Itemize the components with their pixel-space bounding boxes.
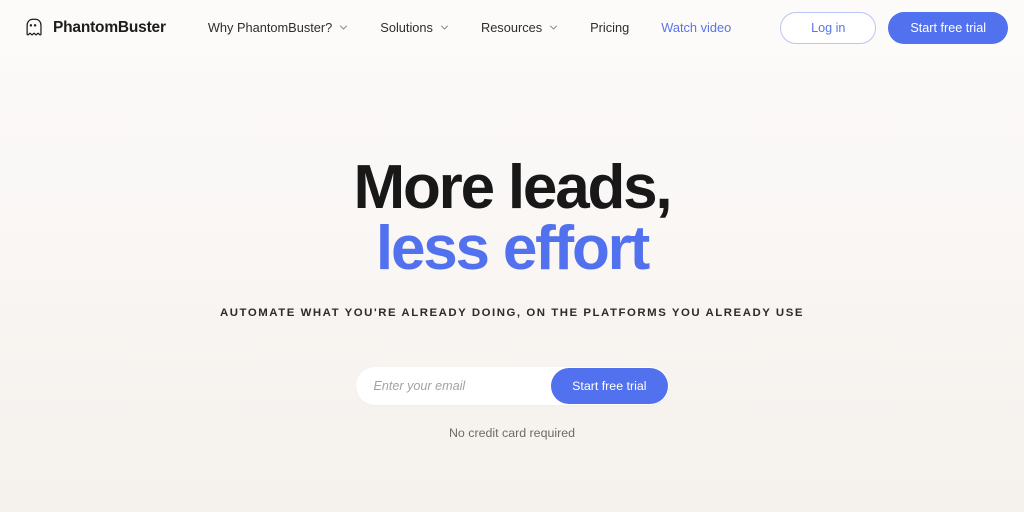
login-button[interactable]: Log in [780,11,877,44]
start-free-trial-button-header[interactable]: Start free trial [888,11,1008,44]
ghost-icon [26,18,42,35]
email-signup-form: Start free trial [355,366,669,405]
chevron-down-icon [340,25,348,30]
nav-item-label: Resources [480,20,543,35]
nav-item-solutions[interactable]: Solutions [364,14,465,41]
nav-item-label: Watch video [661,20,732,35]
nav-item-pricing[interactable]: Pricing [574,14,645,41]
nav-item-why-phantombuster[interactable]: Why PhantomBuster? [192,14,364,41]
site-header: PhantomBuster Why PhantomBuster? Solutio… [0,0,1024,55]
page-title: More leads, less effort [354,157,673,283]
headline-line-2: less effort [375,213,650,283]
chevron-down-icon [550,25,558,30]
chevron-down-icon [440,25,448,30]
email-input[interactable] [355,366,566,405]
nav-item-watch-video[interactable]: Watch video [645,14,747,41]
headline-line-1: More leads, [353,153,673,222]
brand-name: PhantomBuster [53,18,166,36]
header-actions: Log in Start free trial [780,11,1008,44]
nav-item-label: Solutions [380,20,433,35]
main-nav: Why PhantomBuster? Solutions Resources P… [192,14,747,41]
nav-item-label: Pricing [590,20,630,35]
nav-item-resources[interactable]: Resources [465,14,574,41]
no-credit-card-note: No credit card required [448,425,576,440]
start-free-trial-button-hero[interactable]: Start free trial [551,367,668,404]
landing-page: PhantomBuster Why PhantomBuster? Solutio… [0,0,1024,512]
brand-logo[interactable]: PhantomBuster [22,17,166,39]
hero-subheadline: AUTOMATE WHAT YOU'RE ALREADY DOING, ON T… [219,306,804,319]
hero-section: More leads, less effort AUTOMATE WHAT YO… [0,55,1024,512]
nav-item-label: Why PhantomBuster? [207,20,333,35]
